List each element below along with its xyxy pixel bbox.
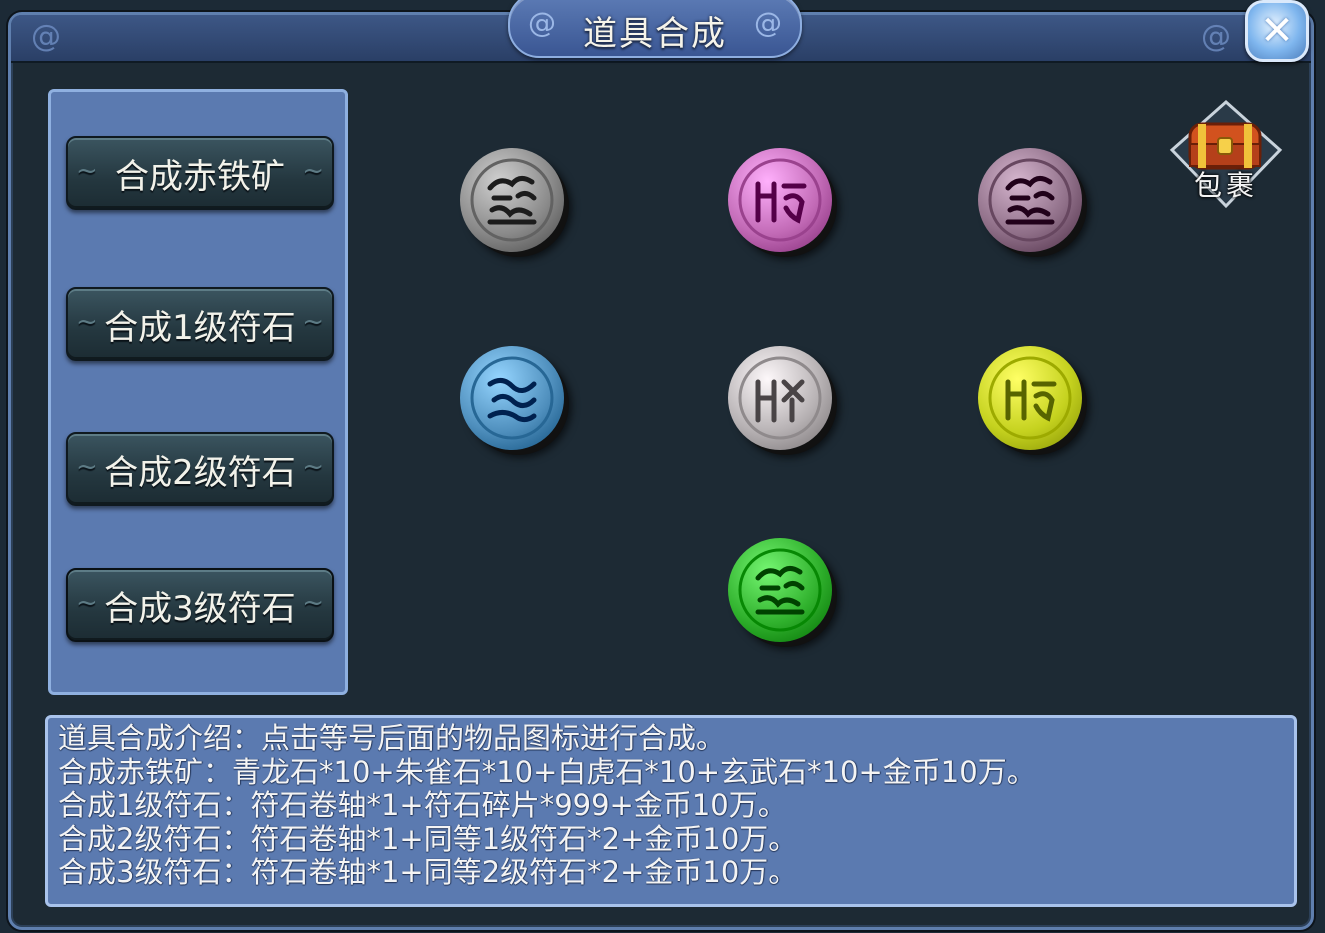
dragon-rune-icon [470,158,554,242]
description-line: 合成1级符石：符石卷轴*1+符石碎片*999+金币10万。 [58,788,787,822]
stone-gray-rune[interactable] [460,148,564,252]
stone-purple-gray-rune[interactable] [978,148,1082,252]
stone-blue-rune[interactable] [460,346,564,450]
tiger-rune-icon [738,356,822,440]
close-icon: ✕ [1260,8,1294,54]
synthesize-level3-rune-button[interactable]: 合成3级符石 [66,568,334,642]
stone-pink-rune[interactable] [728,148,832,252]
synthesis-window: @ @ 合成赤铁矿 合成1级符石 合成2级符石 合成3级符石 道具合成介绍：点击… [8,12,1314,930]
synthesize-level1-rune-button[interactable]: 合成1级符石 [66,287,334,361]
description-line: 合成赤铁矿：青龙石*10+朱雀石*10+白虎石*10+玄武石*10+金币10万。 [58,754,1036,789]
bag-button[interactable]: 包裹 [1168,98,1284,210]
stone-silver-rune[interactable] [728,346,832,450]
synthesize-level2-rune-button[interactable]: 合成2级符石 [66,432,334,506]
synthesize-hematite-button[interactable]: 合成赤铁矿 [66,136,334,210]
synthesis-description: 道具合成介绍：点击等号后面的物品图标进行合成。 合成赤铁矿：青龙石*10+朱雀石… [45,715,1297,907]
dragon-rune-icon [988,158,1072,242]
close-button[interactable]: ✕ [1245,0,1309,62]
bag-label: 包裹 [1193,169,1258,202]
stone-yellow-rune[interactable] [978,346,1082,450]
window-title: 道具合成 [583,14,727,54]
dragon-rune-icon [738,548,822,632]
bird-rune-icon [988,356,1072,440]
description-line: 道具合成介绍：点击等号后面的物品图标进行合成。 [58,721,726,755]
synthesis-menu-panel: 合成赤铁矿 合成1级符石 合成2级符石 合成3级符石 [48,89,348,695]
cloud-ornament-icon: @ [1201,19,1231,54]
cloud-ornament-icon: @ [31,19,61,54]
wave-rune-icon [470,356,554,440]
bird-rune-icon [738,158,822,242]
title-plate: @ @ 道具合成 [508,0,802,58]
stone-green-rune[interactable] [728,538,832,642]
description-line: 合成3级符石：符石卷轴*1+同等2级符石*2+金币10万。 [58,855,798,889]
description-line: 合成2级符石：符石卷轴*1+同等1级符石*2+金币10万。 [58,821,798,856]
